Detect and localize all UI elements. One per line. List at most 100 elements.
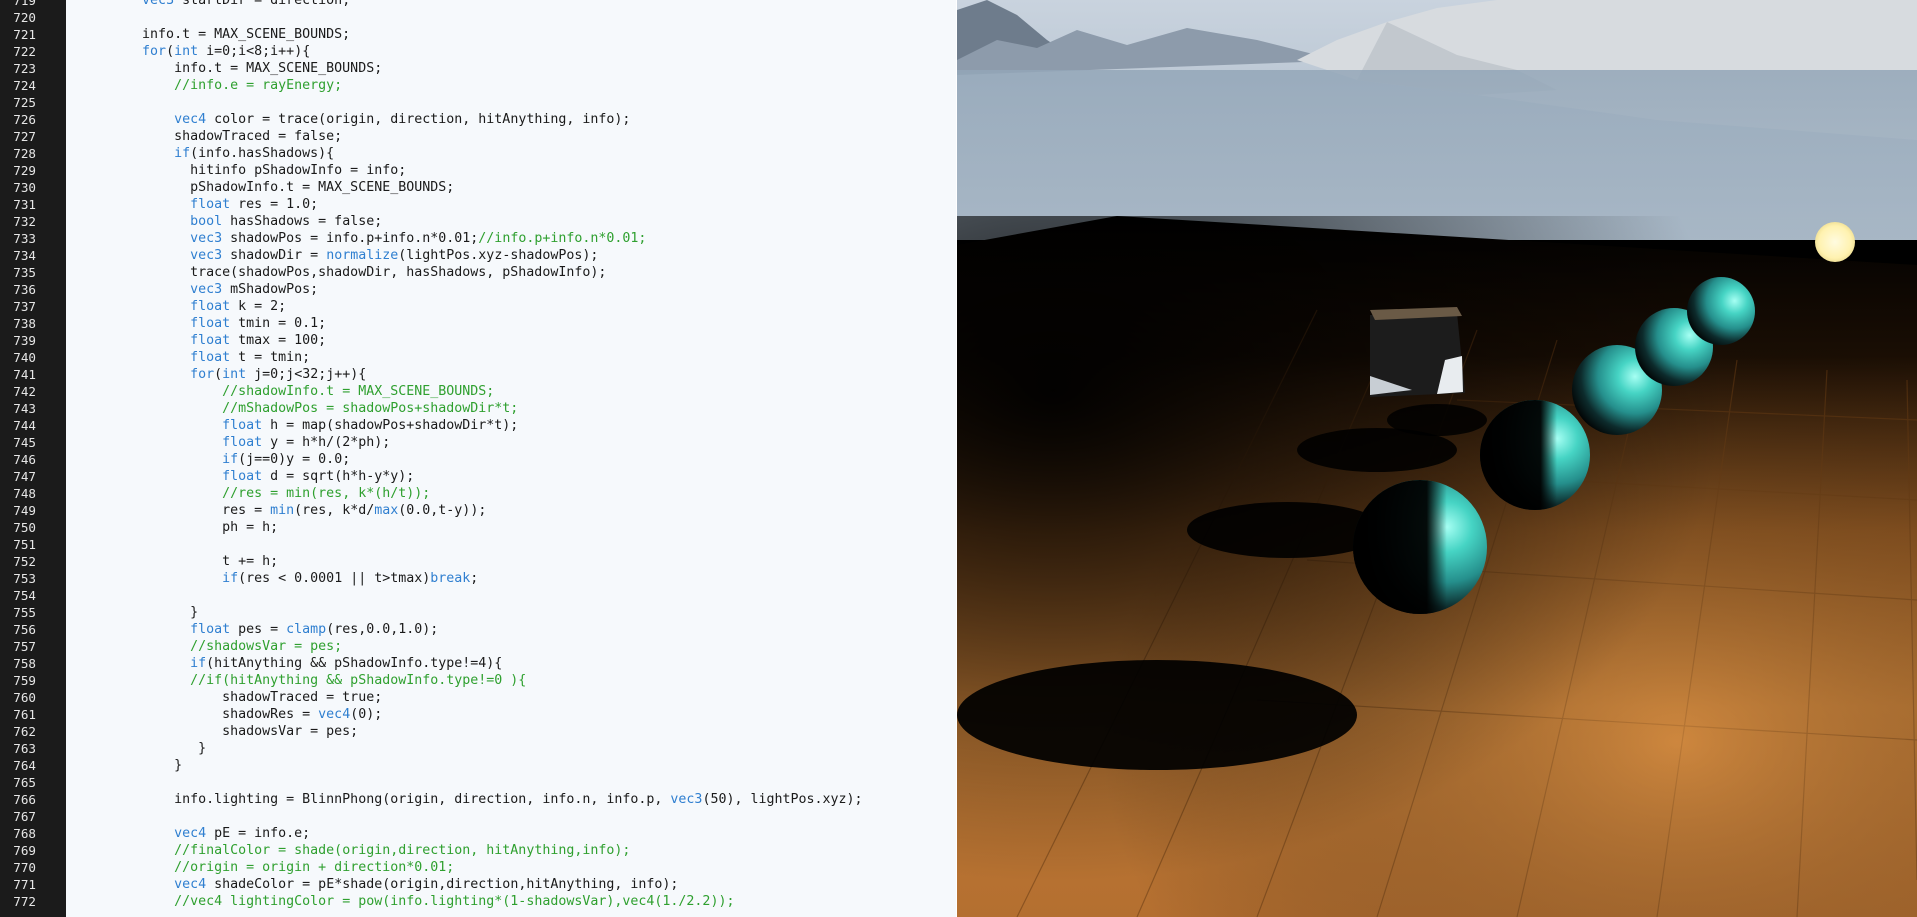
code-line[interactable]: 766 info.lighting = BlinnPhong(origin, d… [0, 791, 956, 808]
code-line[interactable]: 767 [0, 808, 956, 825]
code-line[interactable]: 752 t += h; [0, 553, 956, 570]
code-comment: //info.p+info.n*0.01; [478, 231, 647, 246]
line-number: 769 [13, 843, 36, 858]
code-comment: //origin = origin + direction*0.01; [174, 860, 455, 875]
code-line[interactable]: 723 info.t = MAX_SCENE_BOUNDS; [0, 60, 956, 77]
line-number: 743 [13, 401, 36, 416]
code-text: startDir = direction; [174, 0, 351, 8]
code-text: k = 2; [230, 299, 287, 314]
line-number: 729 [13, 163, 36, 178]
line-number: 728 [13, 146, 36, 161]
code-line[interactable]: 746 if(j==0)y = 0.0; [0, 451, 956, 468]
code-line[interactable]: 762 shadowsVar = pes; [0, 723, 956, 740]
code-line[interactable]: 722 for(int i=0;i<8;i++){ [0, 43, 956, 60]
line-number: 762 [13, 724, 36, 739]
code-line[interactable]: 751 [0, 536, 956, 553]
code-line[interactable]: 768 vec4 pE = info.e; [0, 825, 956, 842]
code-keyword: if [222, 452, 239, 467]
code-comment: //mShadowPos = shadowPos+shadowDir*t; [222, 401, 519, 416]
code-text: pE = info.e; [206, 826, 311, 841]
code-line[interactable]: 769 //finalColor = shade(origin,directio… [0, 842, 956, 859]
code-line[interactable]: 765 [0, 774, 956, 791]
code-line[interactable]: 729 hitinfo pShadowInfo = info; [0, 162, 956, 179]
line-number: 742 [13, 384, 36, 399]
code-line[interactable]: 770 //origin = origin + direction*0.01; [0, 859, 956, 876]
code-keyword: if [174, 146, 191, 161]
code-text: (0); [350, 707, 383, 722]
code-line[interactable]: 747 float d = sqrt(h*h-y*y); [0, 468, 956, 485]
code-line[interactable]: 727 shadowTraced = false; [0, 128, 956, 145]
code-text: tmax = 100; [230, 333, 327, 348]
code-keyword: vec3 [190, 231, 223, 246]
code-line[interactable]: 731 float res = 1.0; [0, 196, 956, 213]
code-line[interactable]: 741 for(int j=0;j<32;j++){ [0, 366, 956, 383]
code-line[interactable]: 761 shadowRes = vec4(0); [0, 706, 956, 723]
line-text: float res = 1.0; [78, 196, 318, 213]
code-keyword: vec3 [142, 0, 175, 8]
code-keyword: bool [190, 214, 223, 229]
line-number: 722 [13, 44, 36, 59]
code-line[interactable]: 721 info.t = MAX_SCENE_BOUNDS; [0, 26, 956, 43]
code-line[interactable]: 763 } [0, 740, 956, 757]
code-line[interactable]: 743 //mShadowPos = shadowPos+shadowDir*t… [0, 400, 956, 417]
code-line[interactable]: 732 bool hasShadows = false; [0, 213, 956, 230]
code-line[interactable]: 772 //vec4 lightingColor = pow(info.ligh… [0, 893, 956, 910]
code-line[interactable]: 737 float k = 2; [0, 298, 956, 315]
code-line[interactable]: 735 trace(shadowPos,shadowDir, hasShadow… [0, 264, 956, 281]
code-line[interactable]: 738 float tmin = 0.1; [0, 315, 956, 332]
code-line[interactable]: 739 float tmax = 100; [0, 332, 956, 349]
code-line[interactable]: 742 //shadowInfo.t = MAX_SCENE_BOUNDS; [0, 383, 956, 400]
code-line[interactable]: 726 vec4 color = trace(origin, direction… [0, 111, 956, 128]
code-line[interactable]: 719 vec3 startDir = direction; [0, 0, 956, 9]
code-line[interactable]: 764 } [0, 757, 956, 774]
code-editor[interactable]: 719 vec3 startDir = direction; 720 721 inf… [0, 0, 956, 917]
code-line[interactable]: 748 //res = min(res, k*(h/t)); [0, 485, 956, 502]
code-line[interactable]: 730 pShadowInfo.t = MAX_SCENE_BOUNDS; [0, 179, 956, 196]
code-line[interactable]: 733 vec3 shadowPos = info.p+info.n*0.01;… [0, 230, 956, 247]
line-number: 720 [13, 10, 36, 25]
code-line[interactable]: 760 shadowTraced = true; [0, 689, 956, 706]
code-line[interactable]: 753 if(res < 0.0001 || t>tmax)break; [0, 570, 956, 587]
code-line[interactable]: 744 float h = map(shadowPos+shadowDir*t)… [0, 417, 956, 434]
line-number: 740 [13, 350, 36, 365]
code-line[interactable]: 720 [0, 9, 956, 26]
line-text: trace(shadowPos,shadowDir, hasShadows, p… [78, 264, 606, 281]
code-line[interactable]: 749 res = min(res, k*d/max(0.0,t-y)); [0, 502, 956, 519]
code-line[interactable]: 736 vec3 mShadowPos; [0, 281, 956, 298]
line-number: 719 [13, 0, 36, 8]
code-line[interactable]: 759 //if(hitAnything && pShadowInfo.type… [0, 672, 956, 689]
code-line[interactable]: 756 float pes = clamp(res,0.0,1.0); [0, 621, 956, 638]
code-line[interactable]: 734 vec3 shadowDir = normalize(lightPos.… [0, 247, 956, 264]
code-line[interactable]: 728 if(info.hasShadows){ [0, 145, 956, 162]
code-line[interactable]: 771 vec4 shadeColor = pE*shade(origin,di… [0, 876, 956, 893]
code-text: shadowsVar = pes; [78, 724, 359, 739]
code-line[interactable]: 740 float t = tmin; [0, 349, 956, 366]
code-lines[interactable]: 719 vec3 startDir = direction; 720 721 inf… [0, 0, 956, 910]
code-text: (res,0.0,1.0); [326, 622, 439, 637]
line-number: 758 [13, 656, 36, 671]
line-text: shadowTraced = false; [78, 128, 342, 145]
code-line[interactable]: 725 [0, 94, 956, 111]
code-line[interactable]: 755 } [0, 604, 956, 621]
code-line[interactable]: 754 [0, 587, 956, 604]
code-text: } [78, 605, 199, 620]
line-text: pShadowInfo.t = MAX_SCENE_BOUNDS; [78, 179, 454, 196]
code-line[interactable]: 757 //shadowsVar = pes; [0, 638, 956, 655]
code-text: (j==0)y = 0.0; [238, 452, 351, 467]
line-number: 732 [13, 214, 36, 229]
code-comment: //shadowsVar = pes; [190, 639, 343, 654]
code-line[interactable]: 750 ph = h; [0, 519, 956, 536]
line-number: 724 [13, 78, 36, 93]
code-line[interactable]: 758 if(hitAnything && pShadowInfo.type!=… [0, 655, 956, 672]
line-text: vec3 mShadowPos; [78, 281, 318, 298]
code-line[interactable]: 745 float y = h*h/(2*ph); [0, 434, 956, 451]
line-text: shadowTraced = true; [78, 689, 382, 706]
code-line[interactable]: 724 //info.e = rayEnergy; [0, 77, 956, 94]
